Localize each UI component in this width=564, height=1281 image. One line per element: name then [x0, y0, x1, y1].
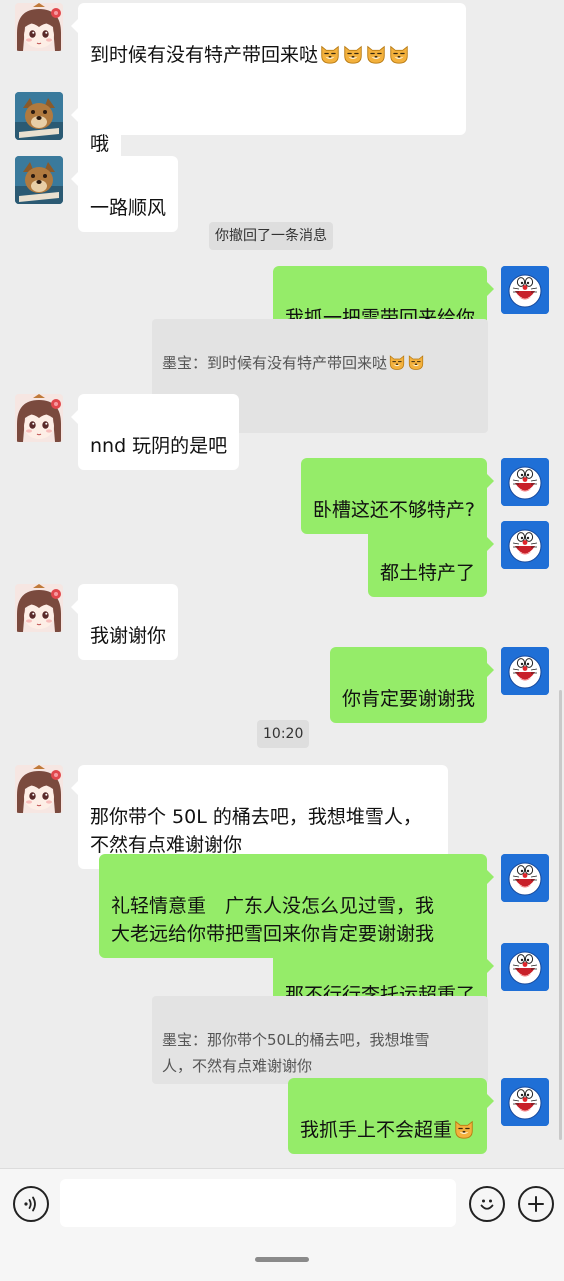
- message-text: 哦: [90, 133, 110, 155]
- message-text: 一路顺风: [90, 197, 167, 219]
- dog-face-emoji: [453, 1118, 475, 1140]
- dog-face-emoji: [342, 43, 364, 65]
- chat-area[interactable]: 到时候有没有特产带回来哒 哦 一路顺风 你撤回了一条消息 我抓一把雪带回来给你 …: [0, 0, 564, 1168]
- my-avatar[interactable]: [501, 521, 549, 569]
- message-input[interactable]: [60, 1179, 456, 1227]
- plus-icon: [528, 1196, 544, 1212]
- dog-face-emoji: [388, 353, 406, 371]
- voice-icon: [24, 1196, 36, 1212]
- message-text: 礼轻情意重 广东人没怎么见过雪，我 大老远给你带把雪回来你肯定要谢谢我: [111, 895, 435, 945]
- dog-face-emoji: [365, 43, 387, 65]
- message-bubble-outgoing[interactable]: 你肯定要谢谢我: [329, 647, 495, 723]
- message-bubble-incoming[interactable]: 我谢谢你: [70, 584, 179, 660]
- voice-button[interactable]: [13, 1186, 49, 1222]
- dog-face-emoji: [388, 43, 410, 65]
- message-text: 你肯定要谢谢我: [341, 688, 475, 710]
- message-text: 到时候有没有特产带回来哒: [90, 44, 319, 66]
- message-text: nnd 玩阴的是吧: [90, 435, 228, 457]
- input-bar: [0, 1168, 564, 1281]
- quoted-text: 墨宝：那你带个50L的桶去吧，我想堆雪 人，不然有点难谢谢你: [162, 1031, 430, 1075]
- message-bubble-incoming[interactable]: 到时候有没有特产带回来哒: [71, 3, 466, 135]
- smiley-icon: [480, 1199, 494, 1210]
- contact-avatar[interactable]: [15, 156, 63, 204]
- message-text: 我抓手上不会超重: [299, 1119, 452, 1141]
- emoji-button[interactable]: [469, 1186, 505, 1222]
- contact-avatar[interactable]: [15, 92, 63, 140]
- my-avatar[interactable]: [501, 854, 549, 902]
- recall-notice: 你撤回了一条消息: [209, 222, 333, 250]
- message-text: 我谢谢你: [90, 625, 167, 647]
- contact-avatar[interactable]: [15, 765, 63, 813]
- message-text: 卧槽这还不够特产?: [312, 499, 475, 521]
- my-avatar[interactable]: [501, 458, 549, 506]
- message-text: 都土特产了: [379, 562, 475, 584]
- message-text: 那你带个 50L 的桶去吧，我想堆雪人， 不然有点难谢谢你: [90, 806, 422, 856]
- timestamp-text: 10:20: [263, 726, 304, 742]
- home-indicator[interactable]: [255, 1257, 309, 1262]
- message-bubble-outgoing[interactable]: 我抓手上不会超重: [287, 1078, 495, 1154]
- dog-face-emoji: [319, 43, 341, 65]
- my-avatar[interactable]: [501, 943, 549, 991]
- my-avatar[interactable]: [501, 1078, 549, 1126]
- scrollbar[interactable]: [559, 690, 562, 1140]
- contact-avatar[interactable]: [15, 3, 63, 51]
- recall-notice-text: 你撤回了一条消息: [215, 228, 327, 244]
- message-bubble-incoming[interactable]: nnd 玩阴的是吧: [70, 394, 240, 470]
- contact-avatar[interactable]: [15, 394, 63, 442]
- message-bubble-incoming[interactable]: 一路顺风: [70, 156, 179, 232]
- message-bubble-outgoing[interactable]: 都土特产了: [367, 521, 495, 597]
- timestamp: 10:20: [257, 720, 310, 748]
- dog-face-emoji: [407, 353, 425, 371]
- quoted-text: 墨宝：到时候有没有特产带回来哒: [162, 354, 388, 372]
- contact-avatar[interactable]: [15, 584, 63, 632]
- my-avatar[interactable]: [501, 647, 549, 695]
- more-button[interactable]: [518, 1186, 554, 1222]
- my-avatar[interactable]: [501, 266, 549, 314]
- quoted-message[interactable]: 墨宝：那你带个50L的桶去吧，我想堆雪 人，不然有点难谢谢你: [152, 996, 488, 1084]
